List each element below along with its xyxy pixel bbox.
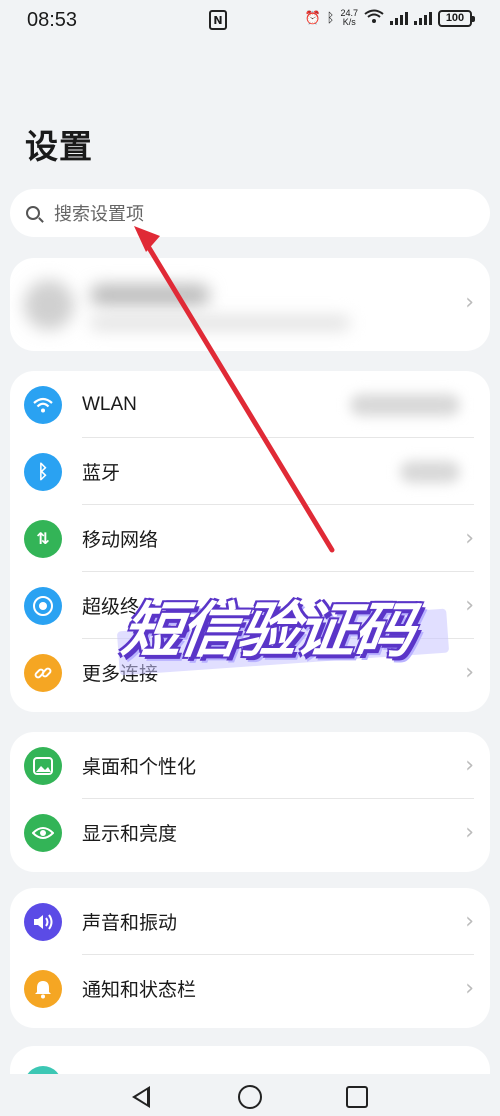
chevron-right-icon: › <box>465 909 474 934</box>
nfc-icon: N <box>209 10 227 30</box>
link-icon <box>24 653 62 692</box>
navigation-bar <box>0 1074 500 1116</box>
settings-item-bluetooth[interactable]: ᛒ 蓝牙 <box>10 438 490 505</box>
caption-overlay: 短信验证码 <box>117 596 418 666</box>
network-speed: 24.7 K/s <box>340 9 358 27</box>
account-card[interactable]: › <box>10 258 490 351</box>
settings-item-label: 通知和状态栏 <box>82 979 197 1001</box>
chevron-right-icon: › <box>465 753 474 778</box>
network-speed-unit: K/s <box>342 17 356 27</box>
wallpaper-icon <box>24 746 62 785</box>
wifi-icon <box>24 385 62 424</box>
account-detail <box>90 316 350 330</box>
home-icon[interactable] <box>238 1085 262 1109</box>
settings-item-label: 显示和亮度 <box>82 823 178 845</box>
alarm-icon: ⏰ <box>304 10 321 26</box>
account-name <box>90 284 210 306</box>
bell-icon <box>24 969 62 1008</box>
search-icon <box>26 206 40 220</box>
settings-item-label: 声音和振动 <box>82 912 178 934</box>
settings-item-display[interactable]: 显示和亮度 › <box>10 799 490 866</box>
sound-group: 声音和振动 › 通知和状态栏 › <box>10 888 490 1028</box>
recent-apps-icon[interactable] <box>346 1086 368 1108</box>
settings-item-notifications[interactable]: 通知和状态栏 › <box>10 955 490 1022</box>
battery-icon: 100 <box>438 9 475 27</box>
settings-item-label: 桌面和个性化 <box>82 756 197 778</box>
status-icons: ⏰ ᛒ 24.7 K/s 100 <box>304 9 475 27</box>
wlan-status-value <box>350 393 460 416</box>
bluetooth-icon: ᛒ <box>24 452 62 491</box>
search-placeholder: 搜索设置项 <box>54 204 144 225</box>
status-time: 08:53 <box>27 8 78 31</box>
wifi-status-icon <box>364 9 384 27</box>
speaker-icon <box>24 902 62 941</box>
chevron-right-icon: › <box>465 593 474 618</box>
back-icon[interactable] <box>132 1086 150 1108</box>
page-title: 设置 <box>25 127 93 166</box>
settings-item-home-screen[interactable]: 桌面和个性化 › <box>10 732 490 799</box>
search-bar[interactable]: 搜索设置项 <box>10 189 490 237</box>
chevron-right-icon: › <box>465 290 474 315</box>
settings-item-wlan[interactable]: WLAN <box>10 371 490 438</box>
signal-1-icon <box>390 11 408 25</box>
bluetooth-status-value <box>400 460 460 483</box>
chevron-right-icon: › <box>465 526 474 551</box>
settings-item-label: WLAN <box>82 393 137 415</box>
chevron-right-icon: › <box>465 660 474 685</box>
chevron-right-icon: › <box>465 820 474 845</box>
chevron-right-icon: › <box>465 976 474 1001</box>
settings-item-label: 移动网络 <box>82 529 159 551</box>
status-bar: 08:53 N ⏰ ᛒ 24.7 K/s 100 <box>0 0 500 40</box>
settings-item-label: 蓝牙 <box>82 462 121 484</box>
eye-icon <box>24 813 62 852</box>
settings-item-mobile-network[interactable]: ⇅ 移动网络 › <box>10 505 490 572</box>
bluetooth-status-icon: ᛒ <box>326 10 335 26</box>
mobile-data-icon: ⇅ <box>24 519 62 558</box>
super-device-icon <box>24 586 62 625</box>
avatar <box>24 280 74 330</box>
settings-item-sound[interactable]: 声音和振动 › <box>10 888 490 955</box>
signal-2-icon <box>414 11 432 25</box>
display-group: 桌面和个性化 › 显示和亮度 › <box>10 732 490 872</box>
